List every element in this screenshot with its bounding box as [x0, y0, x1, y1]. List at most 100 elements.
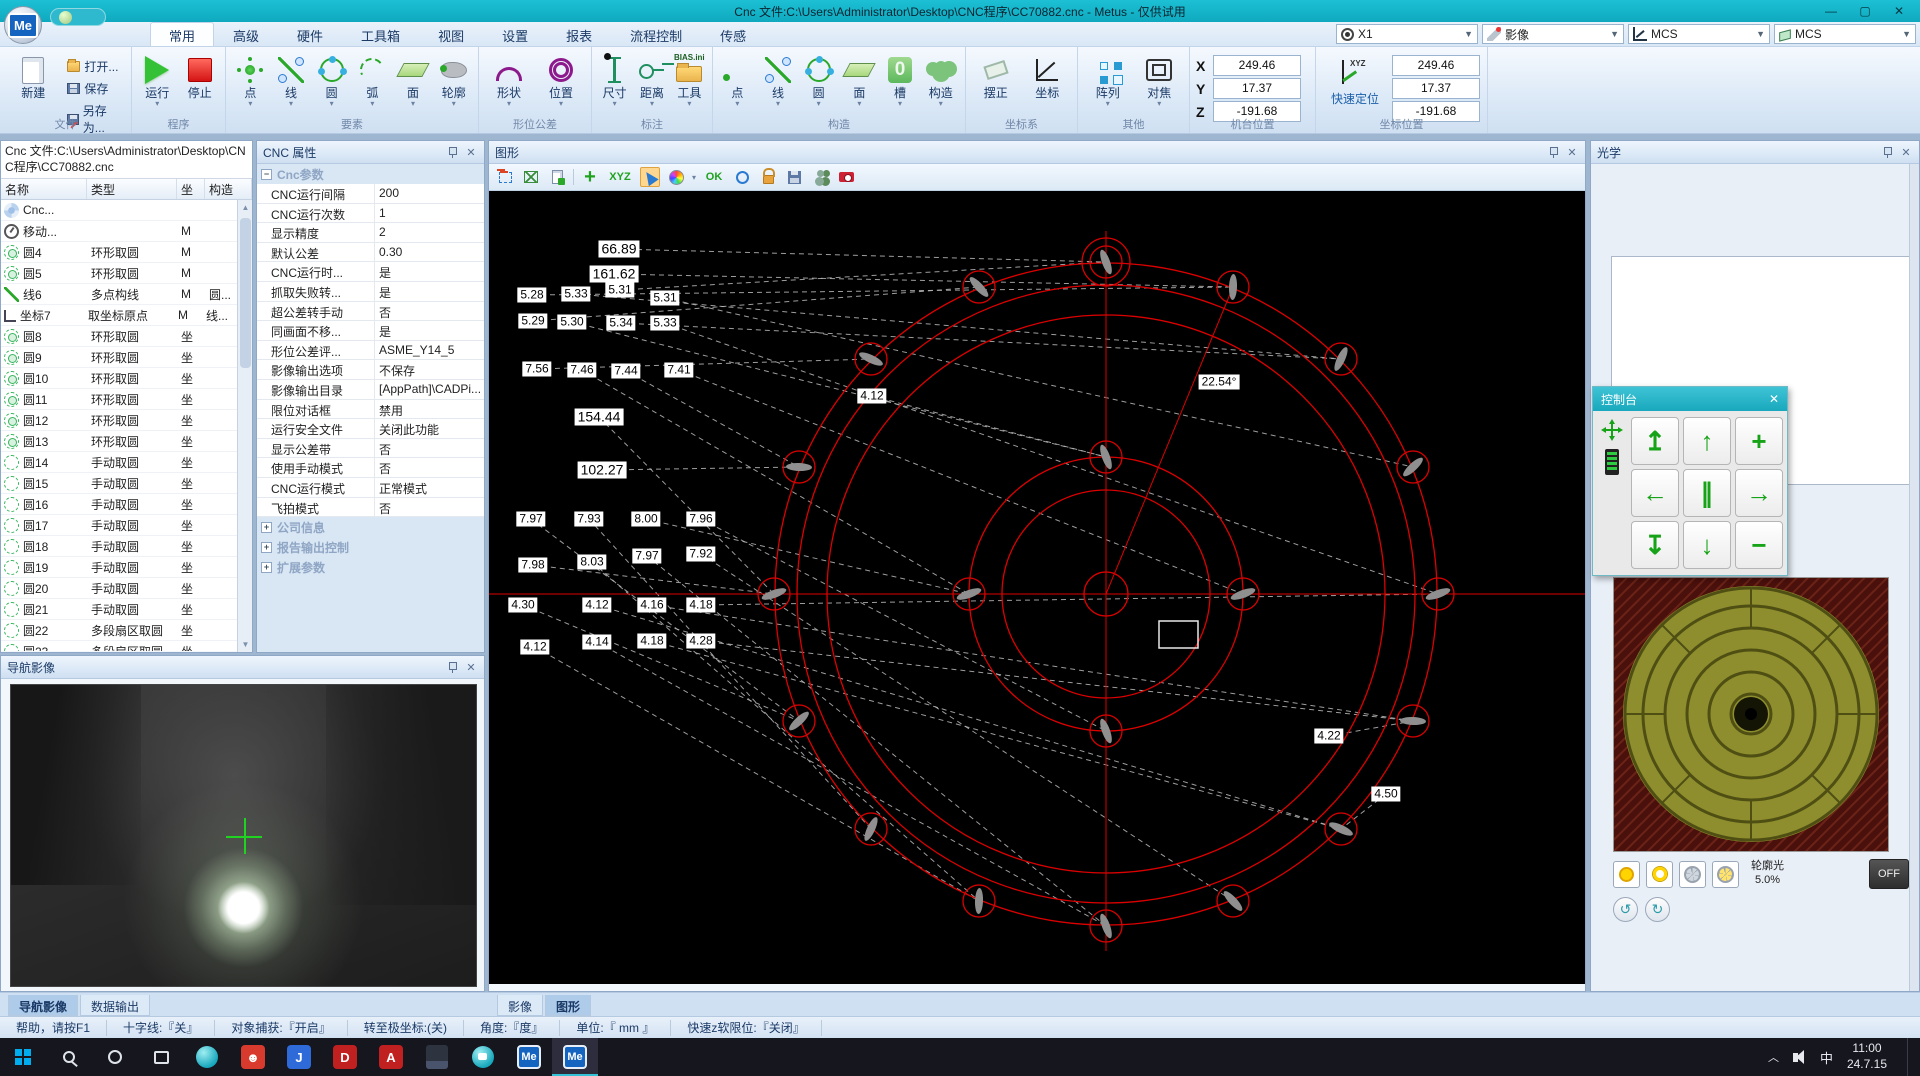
ribbon-tab[interactable]: 常用	[150, 22, 214, 46]
measurement-label[interactable]: 8.00	[631, 512, 660, 527]
prop-value[interactable]: 200	[375, 184, 484, 203]
tree-row[interactable]: 圆4 环形取圆 M	[1, 242, 252, 263]
dock-tab-影像[interactable]: 影像	[497, 995, 543, 1016]
scroll-up-icon[interactable]: ▲	[238, 200, 253, 215]
tree-row[interactable]: 移动... M	[1, 221, 252, 242]
start-button[interactable]	[0, 1038, 46, 1076]
taskbar-clock[interactable]: 11:0024.7.15	[1847, 1041, 1887, 1072]
column-type[interactable]: 类型	[87, 179, 177, 199]
camera-tool[interactable]	[836, 167, 856, 187]
construct-button[interactable]: 线▾	[760, 51, 797, 117]
prop-group-header[interactable]: +报告输出控制	[257, 537, 484, 557]
dock-tab-数据输出[interactable]: 数据输出	[80, 995, 150, 1016]
prop-value[interactable]: 不保存	[375, 360, 484, 379]
navigation-camera-image[interactable]	[10, 684, 477, 987]
measurement-label[interactable]: 4.16	[637, 598, 666, 613]
measurement-label[interactable]: 4.50	[1371, 787, 1400, 802]
prop-row[interactable]: 影像输出选项 不保存	[257, 360, 484, 380]
prop-value[interactable]: 0.30	[375, 243, 484, 262]
tree-row[interactable]: 圆21 手动取圆 坐	[1, 599, 252, 620]
cortana-button[interactable]	[92, 1038, 138, 1076]
measurement-label[interactable]: 7.46	[567, 363, 596, 378]
measurement-label[interactable]: 5.29	[518, 314, 547, 329]
ribbon-tab[interactable]: 工具箱	[342, 22, 419, 46]
pointer-tool[interactable]	[640, 167, 660, 187]
jog-button[interactable]: ↥	[1631, 417, 1679, 465]
measurement-label[interactable]: 5.33	[561, 287, 590, 302]
optics-scrollbar[interactable]	[1909, 164, 1919, 991]
dropdown-select[interactable]: 影像 ▼	[1482, 24, 1624, 44]
measurement-label[interactable]: 5.33	[650, 316, 679, 331]
tree-row[interactable]: 圆15 手动取圆 坐	[1, 473, 252, 494]
other-button[interactable]: 阵列▾	[1084, 51, 1132, 117]
prop-row[interactable]: CNC运行模式 正常模式	[257, 478, 484, 498]
prop-value[interactable]: 否	[375, 439, 484, 458]
tree-row[interactable]: 圆9 环形取圆 坐	[1, 347, 252, 368]
prop-row[interactable]: CNC运行时... 是	[257, 262, 484, 282]
measurement-label[interactable]: 4.30	[508, 598, 537, 613]
prop-value[interactable]: 否	[375, 458, 484, 477]
element-button[interactable]: 面▾	[395, 51, 432, 117]
measurement-label[interactable]: 154.44	[575, 409, 624, 426]
jog-button[interactable]: ↑	[1683, 417, 1731, 465]
add-tool[interactable]: +	[580, 167, 600, 187]
open-button[interactable]: 打开...	[64, 57, 125, 76]
measurement-label[interactable]: 66.89	[598, 241, 639, 258]
tree-row[interactable]: 线6 多点构线 M 圆...	[1, 284, 252, 305]
jog-speed-indicator[interactable]	[1605, 449, 1619, 475]
prop-row[interactable]: 超公差转手动 否	[257, 302, 484, 322]
tree-row[interactable]: 圆23 多段扇区取圆 坐	[1, 641, 252, 651]
element-button[interactable]: 轮廓▾	[435, 51, 472, 117]
optics-camera-view[interactable]	[1613, 577, 1889, 852]
ribbon-tab[interactable]: 高级	[214, 22, 278, 46]
run-button[interactable]: 运行▾	[138, 51, 177, 117]
prop-value[interactable]: ASME_Y14_5	[375, 341, 484, 360]
measurement-label[interactable]: 7.96	[686, 512, 715, 527]
gdt-button[interactable]: 形状▾	[485, 51, 533, 117]
close-icon[interactable]: ✕	[464, 661, 478, 674]
save-view-tool[interactable]	[784, 167, 804, 187]
prop-value[interactable]: 2	[375, 223, 484, 242]
jog-button[interactable]: ↧	[1631, 521, 1679, 569]
jog-button[interactable]: −	[1735, 521, 1783, 569]
measurement-label[interactable]: 161.62	[590, 266, 639, 283]
stop-button[interactable]: 停止	[181, 51, 220, 117]
close-icon[interactable]: ✕	[1899, 146, 1913, 159]
column-cs[interactable]: 坐	[177, 179, 205, 199]
tree-row[interactable]: 圆10 环形取圆 坐	[1, 368, 252, 389]
tree-row[interactable]: 圆12 环形取圆 坐	[1, 410, 252, 431]
measurement-label[interactable]: 4.28	[686, 634, 715, 649]
prop-row[interactable]: 飞拍模式 否	[257, 498, 484, 518]
prop-value[interactable]: 否	[375, 498, 484, 517]
measurement-label[interactable]: 4.22	[1314, 729, 1343, 744]
tree-scrollbar[interactable]: ▲ ▼	[237, 200, 252, 652]
prop-row[interactable]: 抓取失败转... 是	[257, 282, 484, 302]
tree-row[interactable]: 圆18 手动取圆 坐	[1, 536, 252, 557]
measurement-label[interactable]: 5.30	[557, 315, 586, 330]
jog-button[interactable]: ↓	[1683, 521, 1731, 569]
taskbar-app-5[interactable]: A	[368, 1038, 414, 1076]
measurement-label[interactable]: 7.98	[518, 558, 547, 573]
task-view-button[interactable]	[138, 1038, 184, 1076]
measurement-label[interactable]: 5.31	[650, 291, 679, 306]
xyz-tool[interactable]: XYZ	[606, 167, 634, 187]
other-button[interactable]: 对焦▾	[1136, 51, 1184, 117]
element-button[interactable]: 圆▾	[313, 51, 350, 117]
measurement-label[interactable]: 4.12	[857, 389, 886, 404]
chevron-down-icon[interactable]: ▾	[692, 173, 696, 182]
tree-row[interactable]: 圆16 手动取圆 坐	[1, 494, 252, 515]
dropdown-select[interactable]: X1 ▼	[1336, 24, 1478, 44]
prop-value[interactable]: 是	[375, 321, 484, 340]
quick-position-button[interactable]: 快速定位	[1322, 51, 1388, 117]
tree-row[interactable]: 圆20 手动取圆 坐	[1, 578, 252, 599]
segment-light-button-2[interactable]	[1712, 861, 1739, 888]
color-tool[interactable]	[666, 167, 686, 187]
measurement-label[interactable]: 7.97	[632, 549, 661, 564]
jog-button[interactable]: ←	[1631, 469, 1679, 517]
prop-row[interactable]: 显示公差带 否	[257, 439, 484, 459]
prop-value[interactable]: 关闭此功能	[375, 419, 484, 438]
element-button[interactable]: 线▾	[273, 51, 310, 117]
taskbar-search-button[interactable]	[46, 1038, 92, 1076]
tree-row[interactable]: 圆22 多段扇区取圆 坐	[1, 620, 252, 641]
prop-row[interactable]: 限位对话框 禁用	[257, 400, 484, 420]
